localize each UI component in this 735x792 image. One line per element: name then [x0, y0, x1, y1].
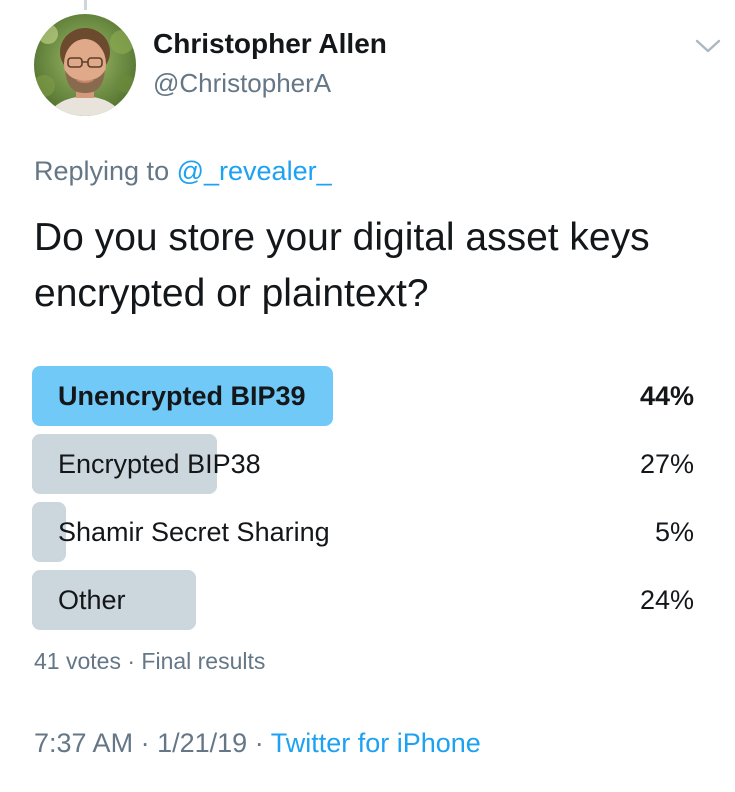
author-name[interactable]: Christopher Allen	[153, 28, 387, 60]
tweet-text: Do you store your digital asset keys enc…	[34, 216, 650, 315]
tweet-timestamp: 7:37 AM · 1/21/19 · Twitter for iPhone	[34, 728, 481, 759]
thread-connector-line	[84, 0, 87, 10]
tweet-source-link[interactable]: Twitter for iPhone	[271, 728, 481, 758]
poll-option-label: Unencrypted BIP39	[58, 381, 306, 411]
chevron-down-icon[interactable]	[694, 36, 722, 56]
author-handle[interactable]: @ChristopherA	[153, 68, 331, 99]
poll-option-percent: 27%	[639, 449, 694, 479]
timestamp-separator: ·	[140, 728, 150, 758]
poll-status: Final results	[141, 648, 266, 674]
poll-option-percent: 44%	[639, 381, 694, 411]
poll-option[interactable]: Other 24%	[32, 570, 696, 630]
poll-option-label: Shamir Secret Sharing	[58, 517, 330, 547]
avatar[interactable]	[34, 14, 136, 116]
poll-vote-count: 41 votes	[34, 648, 121, 674]
poll-option-label: Encrypted BIP38	[58, 449, 261, 479]
poll-option-label: Other	[58, 585, 126, 615]
poll-option[interactable]: Shamir Secret Sharing 5%	[32, 502, 696, 562]
tweet-date[interactable]: 1/21/19	[157, 728, 247, 758]
poll-meta: 41 votes · Final results	[34, 648, 265, 675]
poll-option-percent: 24%	[639, 585, 694, 615]
source-separator: ·	[254, 728, 264, 758]
reply-context: Replying to @_revealer_	[34, 156, 332, 187]
poll-option[interactable]: Unencrypted BIP39 44%	[32, 366, 696, 426]
reply-mention-link[interactable]: @_revealer_	[177, 156, 332, 186]
poll: Unencrypted BIP39 44% Encrypted BIP38 27% Sh…	[32, 366, 696, 638]
poll-option[interactable]: Encrypted BIP38 27%	[32, 434, 696, 494]
reply-prefix: Replying to	[34, 156, 170, 186]
poll-option-percent: 5%	[654, 517, 694, 547]
tweet-time[interactable]: 7:37 AM	[34, 728, 133, 758]
poll-meta-separator: ·	[127, 648, 136, 674]
